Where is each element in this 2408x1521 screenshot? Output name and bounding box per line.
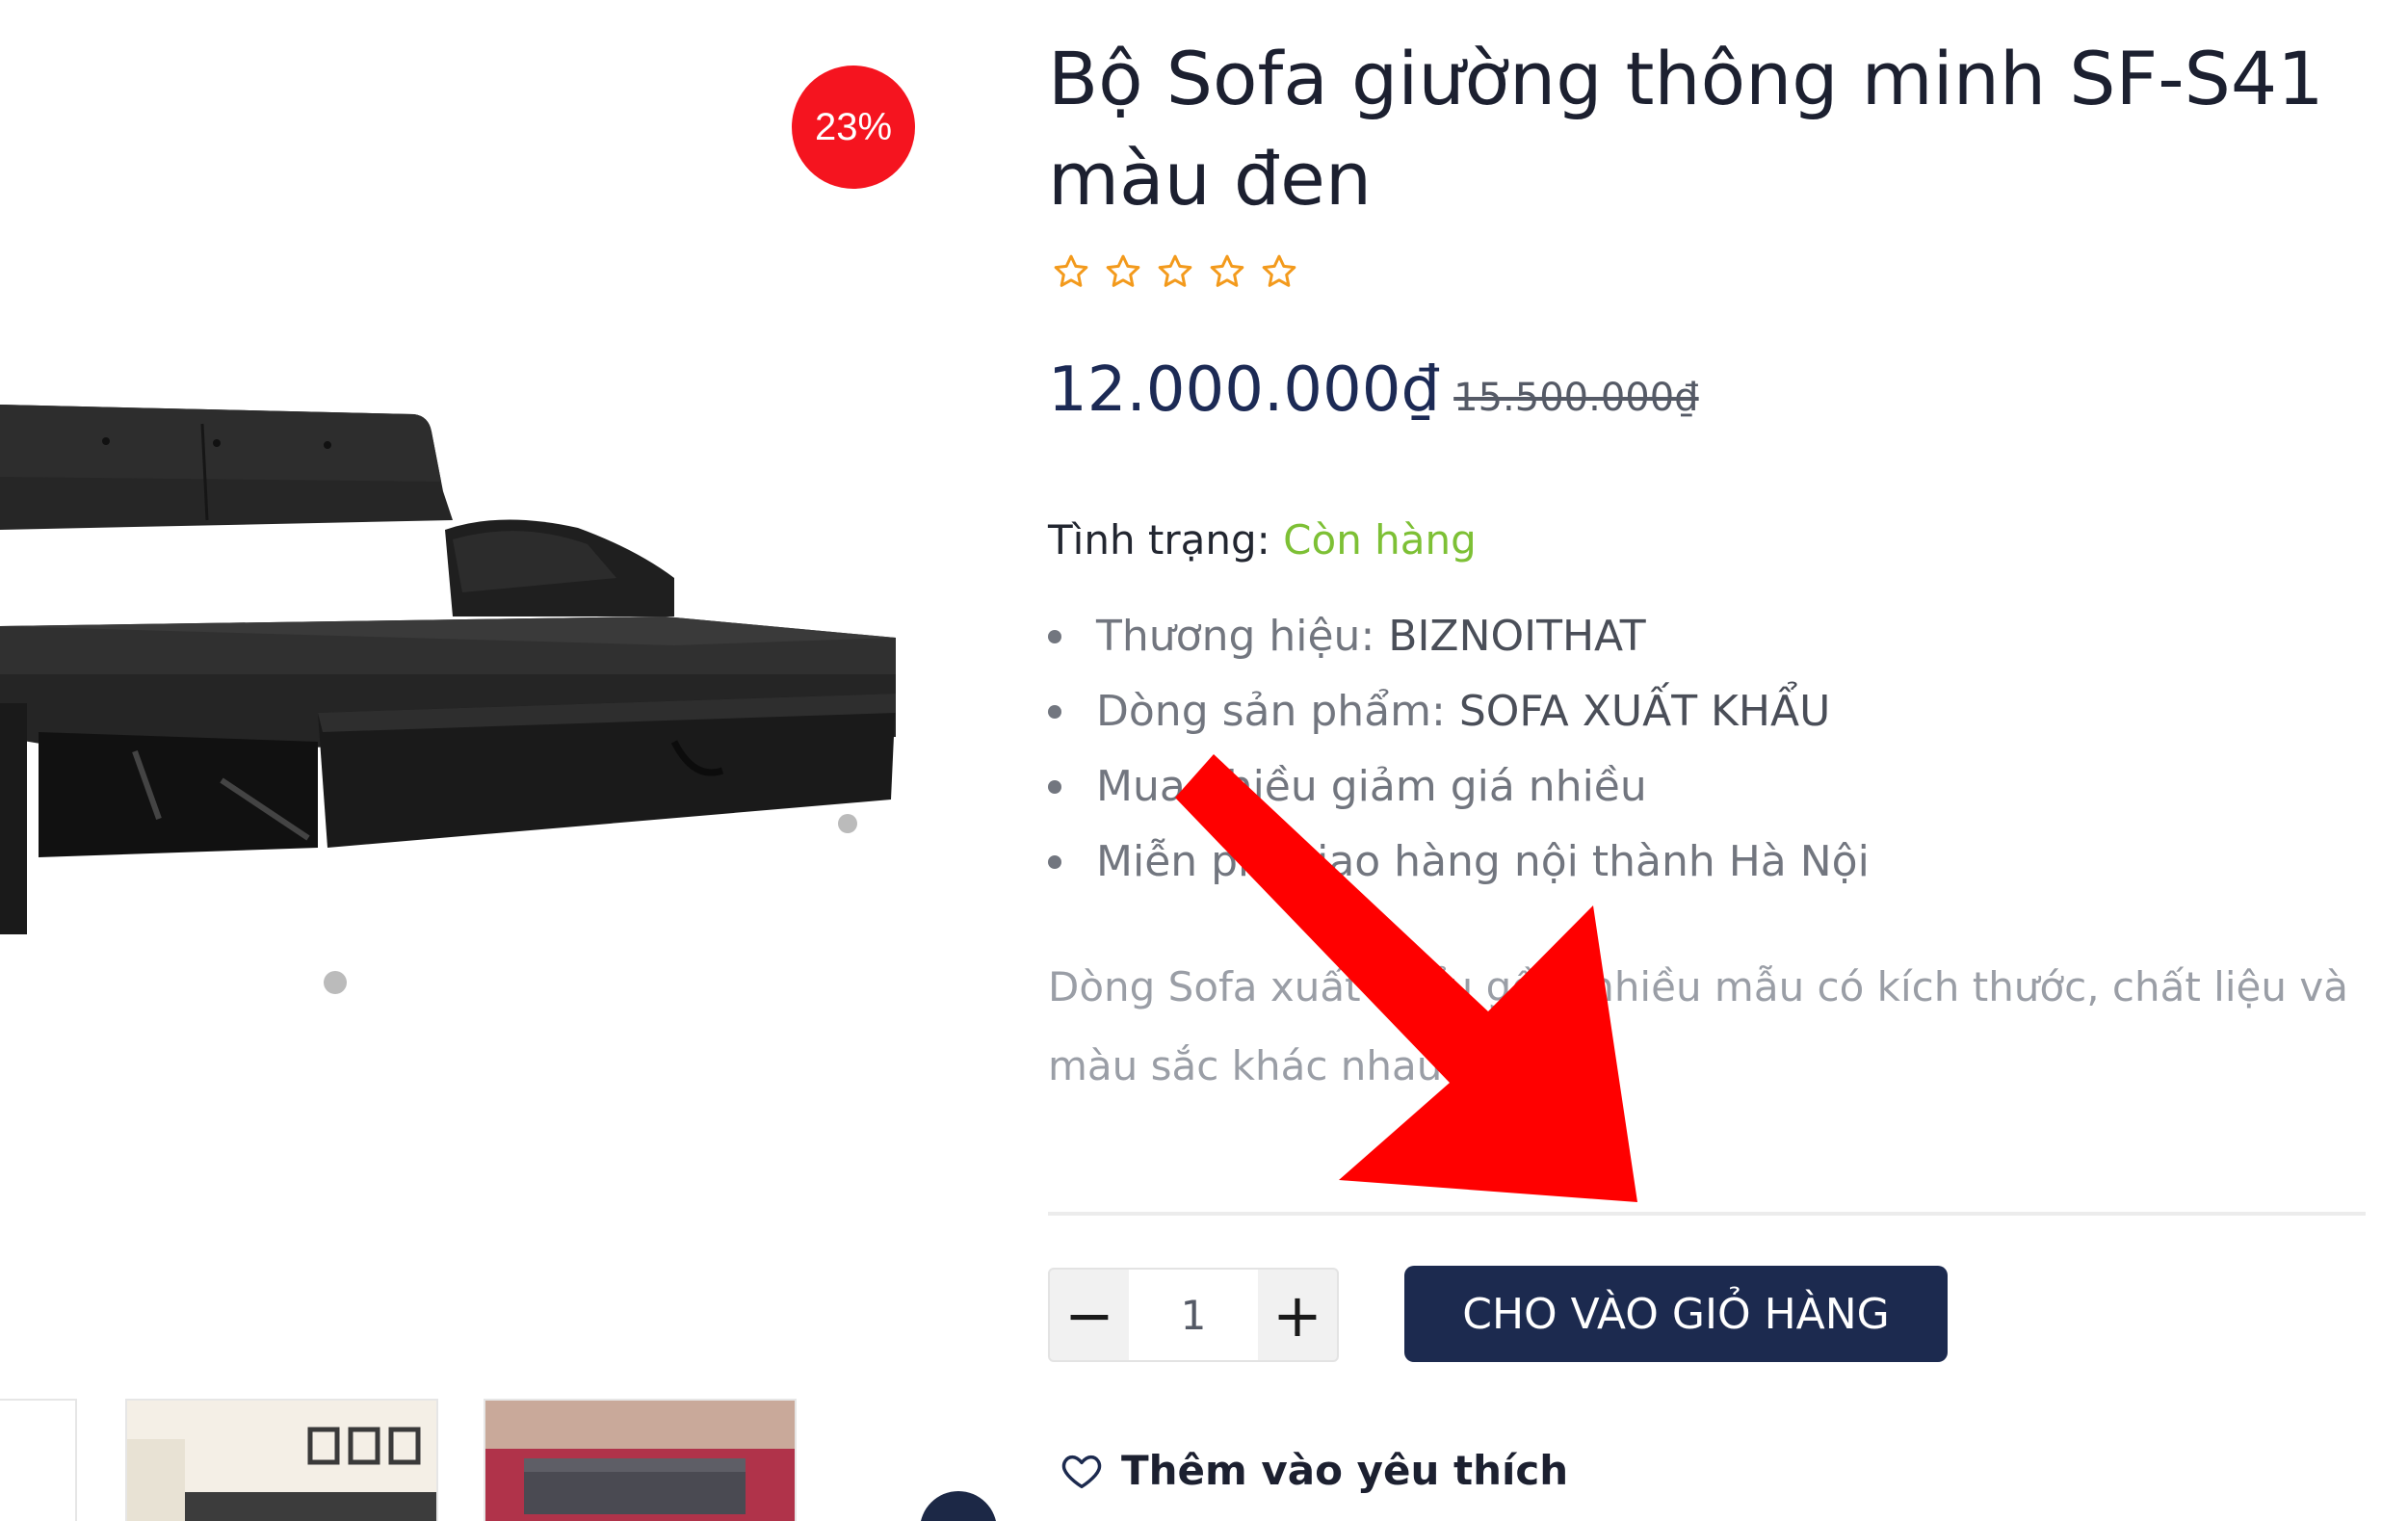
spec-label: Miễn phí giao hàng nội thành Hà Nội: [1096, 837, 1870, 886]
star-outline-icon: [1158, 254, 1192, 287]
spec-label: Dòng sản phẩm:: [1096, 687, 1459, 736]
qty-increase-button[interactable]: +: [1258, 1270, 1337, 1360]
stock-status: Tình trạng: Còn hàng: [1048, 516, 1477, 564]
star-outline-icon: [1054, 254, 1088, 287]
spec-item: Thương hiệu: BIZNOITHAT: [1048, 599, 1870, 674]
star-outline-icon: [1210, 254, 1244, 287]
heart-outline-icon: [1061, 1455, 1102, 1488]
quantity-input[interactable]: [1129, 1270, 1258, 1360]
price-current: 12.000.000₫: [1048, 354, 1441, 426]
spec-value[interactable]: BIZNOITHAT: [1388, 612, 1645, 661]
thumbnail-image: [127, 1401, 436, 1521]
spec-value[interactable]: SOFA XUẤT KHẨU: [1459, 687, 1830, 736]
divider: [1048, 1212, 2366, 1216]
spec-label: Thương hiệu:: [1096, 612, 1389, 661]
quantity-stepper: − +: [1048, 1268, 1339, 1362]
spec-item: Mua nhiều giảm giá nhiều: [1048, 749, 1870, 825]
gallery-thumbnail-3[interactable]: [484, 1399, 797, 1521]
stock-label: Tình trạng:: [1048, 516, 1284, 564]
spec-item: Miễn phí giao hàng nội thành Hà Nội: [1048, 825, 1870, 900]
add-to-wishlist-link[interactable]: Thêm vào yêu thích: [1060, 1447, 1568, 1494]
stock-value: Còn hàng: [1283, 516, 1477, 564]
rating-stars[interactable]: [1052, 252, 1298, 291]
qty-decrease-button[interactable]: −: [1050, 1270, 1129, 1360]
gallery-thumbnail-1[interactable]: [0, 1399, 77, 1521]
spec-item: Dòng sản phẩm: SOFA XUẤT KHẨU: [1048, 674, 1870, 749]
price-old: 15.500.000₫: [1453, 376, 1699, 420]
product-title: Bộ Sofa giường thông minh SF-S41 màu đen: [1048, 36, 2324, 222]
star-outline-icon: [1262, 254, 1296, 287]
gallery-next-button[interactable]: [920, 1491, 997, 1521]
wishlist-label: Thêm vào yêu thích: [1121, 1447, 1569, 1494]
product-gallery: 23%: [0, 0, 1021, 1521]
discount-badge: 23%: [792, 66, 915, 189]
short-description: Dòng Sofa xuất khẩu gồm nhiều mẫu có kíc…: [1048, 963, 2348, 1089]
product-main-image[interactable]: [0, 385, 905, 1002]
star-outline-icon: [1106, 254, 1140, 287]
spec-list: Thương hiệu: BIZNOITHAT Dòng sản phẩm: S…: [1048, 599, 1870, 900]
price-row: 12.000.000₫ 15.500.000₫: [1048, 354, 1699, 426]
thumbnail-image: [485, 1401, 795, 1521]
gallery-thumbnail-2[interactable]: [125, 1399, 438, 1521]
spec-label: Mua nhiều giảm giá nhiều: [1096, 762, 1647, 811]
add-to-cart-button[interactable]: CHO VÀO GIỎ HÀNG: [1404, 1266, 1948, 1362]
